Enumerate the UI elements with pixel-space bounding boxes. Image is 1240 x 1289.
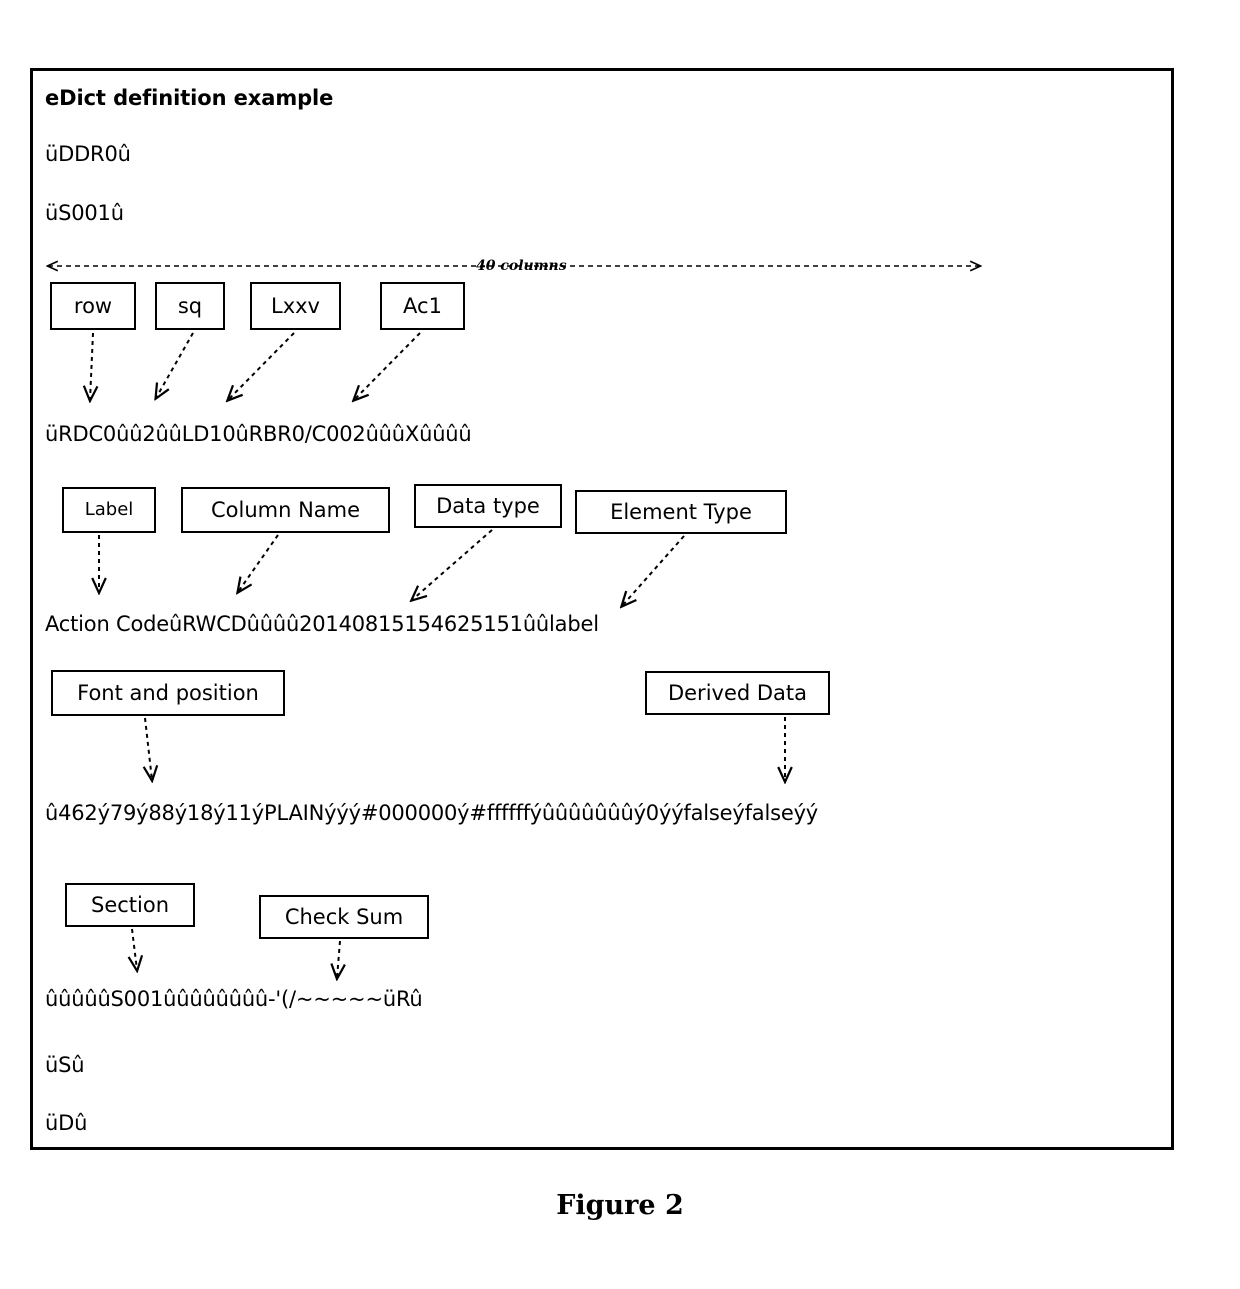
columns-ruler-label: 40 columns [473,259,570,273]
callout-box-lxxv-label: Lxxv [271,293,320,318]
record-line-header: üDDR0û [45,142,131,166]
callout-box-label-text: Label [84,499,134,520]
callout-box-section[interactable]: Section [65,883,195,927]
callout-box-check-sum-text: Check Sum [284,904,404,929]
record-line-rdc: üRDC0ûû2ûûLD10ûRBR0/C002ûûûXûûûû [45,422,472,446]
record-line-checksum: ûûûûûS001ûûûûûûûû-'(/~~~~~üRû [45,987,423,1011]
callout-box-sq[interactable]: sq [155,282,225,330]
callout-box-data-type-text: Data type [436,493,540,518]
record-line-section-start: üS001û [45,201,124,225]
figure-page: eDict definition example üDDR0û üS001û ü… [0,0,1240,1289]
callout-box-check-sum[interactable]: Check Sum [259,895,429,939]
record-line-document-end: üDû [45,1111,88,1135]
callout-box-label[interactable]: Label [62,487,156,533]
callout-box-element-type[interactable]: Element Type [575,490,787,534]
callout-box-font-and-position-text: Font and position [77,680,259,705]
callout-box-data-type[interactable]: Data type [414,484,562,528]
callout-box-ac1-label: Ac1 [403,293,442,318]
callout-box-element-type-text: Element Type [610,499,752,524]
callout-box-lxxv[interactable]: Lxxv [250,282,341,330]
callout-box-derived-data[interactable]: Derived Data [645,671,830,715]
callout-box-derived-data-text: Derived Data [667,680,808,705]
callout-box-font-and-position[interactable]: Font and position [51,670,285,716]
callout-box-row-label: row [73,293,113,318]
record-line-font-position: û462ý79ý88ý18ý11ýPLAINýýý#000000ý#ffffff… [45,801,819,825]
record-line-section-end: üSû [45,1053,85,1077]
figure-title: eDict definition example [45,86,334,110]
callout-box-row[interactable]: row [50,282,136,330]
callout-box-column-name-text: Column Name [210,497,361,522]
figure-caption: Figure 2 [556,1190,684,1221]
callout-box-column-name[interactable]: Column Name [181,487,390,533]
record-line-action-code: Action CodeûRWCDûûûû20140815154625151ûûl… [45,612,599,636]
callout-box-sq-label: sq [177,293,203,318]
callout-box-ac1[interactable]: Ac1 [380,282,465,330]
callout-box-section-text: Section [90,892,170,917]
